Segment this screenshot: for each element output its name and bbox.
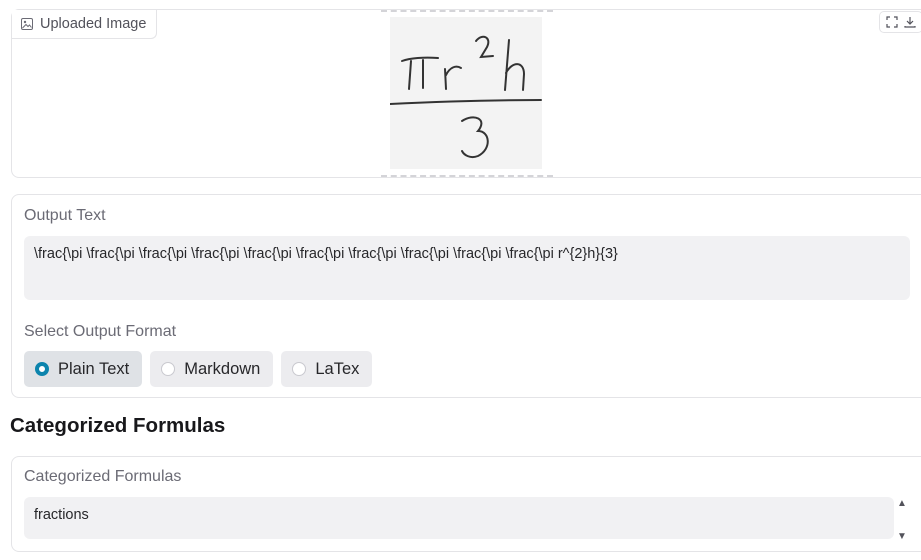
output-text-label: Output Text xyxy=(24,207,106,224)
download-icon[interactable] xyxy=(902,14,918,30)
radio-latex[interactable]: LaTex xyxy=(281,351,373,387)
categorized-formulas-heading: Categorized Formulas xyxy=(10,414,226,437)
uploaded-image-label: Uploaded Image xyxy=(12,10,158,39)
radio-plain-text-label: Plain Text xyxy=(58,359,130,378)
radio-markdown-label: Markdown xyxy=(184,359,261,378)
radio-dot[interactable] xyxy=(161,362,176,376)
radio-dot-selected[interactable] xyxy=(35,362,49,376)
uploaded-image-label-text: Uploaded Image xyxy=(40,16,147,32)
image-icon xyxy=(21,18,33,30)
radio-markdown[interactable]: Markdown xyxy=(150,351,274,387)
radio-latex-label: LaTex xyxy=(315,359,360,378)
categorized-formulas-label: Categorized Formulas xyxy=(24,468,182,485)
fullscreen-icon[interactable] xyxy=(884,14,900,30)
scroll-up-icon[interactable]: ▲ xyxy=(897,498,907,509)
uploaded-image-panel: Uploaded Image xyxy=(11,9,921,178)
radio-dot[interactable] xyxy=(292,362,307,376)
scroll-down-icon[interactable]: ▼ xyxy=(897,531,907,542)
image-toolbar xyxy=(879,11,921,33)
output-text-field[interactable]: \frac{\pi \frac{\pi \frac{\pi \frac{\pi … xyxy=(24,236,910,300)
categorized-formulas-panel: Categorized Formulas fractions xyxy=(11,456,921,552)
output-format-radio-group: Plain Text Markdown LaTex xyxy=(24,351,373,387)
output-format-label: Select Output Format xyxy=(24,323,177,340)
radio-plain-text[interactable]: Plain Text xyxy=(24,351,143,387)
image-preview-frame xyxy=(381,10,553,177)
categorized-formulas-field[interactable]: fractions xyxy=(24,497,894,539)
output-panel: Output Text \frac{\pi \frac{\pi \frac{\p… xyxy=(11,194,921,398)
formula-image xyxy=(388,17,542,169)
field-scrollbar[interactable]: ▲ ▼ xyxy=(894,498,910,542)
